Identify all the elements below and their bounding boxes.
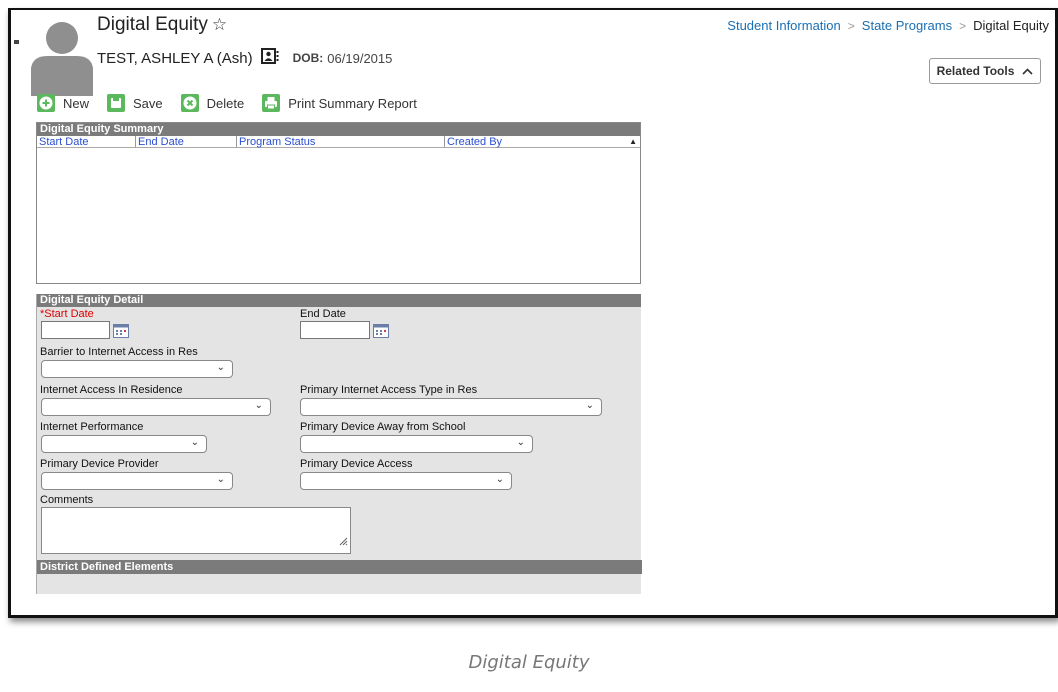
primary-access-type-select[interactable]: ⌄ — [300, 398, 602, 416]
start-date-label: *Start Date — [40, 308, 94, 320]
device-access-select[interactable]: ⌄ — [300, 472, 512, 490]
save-icon — [107, 94, 126, 112]
end-date-label: End Date — [300, 308, 346, 320]
chevron-up-icon — [1022, 64, 1033, 78]
breadcrumb-separator-icon: > — [847, 18, 855, 33]
device-away-label: Primary Device Away from School — [300, 421, 466, 433]
window-edge-marker — [14, 40, 19, 44]
device-provider-select[interactable]: ⌄ — [41, 472, 233, 490]
internet-access-select[interactable]: ⌄ — [41, 398, 271, 416]
column-header-start-date[interactable]: Start Date — [37, 136, 136, 148]
internet-access-label: Internet Access In Residence — [40, 384, 183, 396]
digital-equity-detail-panel: Digital Equity Detail *Start Date End Da… — [36, 294, 642, 594]
resize-grip-icon[interactable] — [338, 533, 348, 551]
chevron-down-icon: ⌄ — [585, 400, 594, 411]
chevron-down-icon: ⌄ — [216, 474, 225, 485]
column-header-end-date[interactable]: End Date — [136, 136, 237, 148]
chevron-down-icon: ⌄ — [190, 437, 199, 448]
id-card-icon[interactable] — [260, 48, 279, 68]
plus-icon — [37, 94, 55, 112]
chevron-down-icon: ⌄ — [495, 474, 504, 485]
breadcrumb: Student Information > State Programs > D… — [727, 18, 1049, 33]
save-button[interactable]: Save — [107, 94, 163, 112]
chevron-down-icon: ⌄ — [254, 400, 263, 411]
digital-equity-summary-panel: Digital Equity Summary Start Date End Da… — [36, 122, 641, 284]
device-provider-label: Primary Device Provider — [40, 458, 159, 470]
column-header-created-by[interactable]: Created By — [445, 136, 640, 148]
delete-button[interactable]: Delete — [180, 94, 245, 112]
student-info: TEST, ASHLEY A (Ash) DOB: 06/19/2015 — [97, 48, 392, 68]
district-defined-elements-title: District Defined Elements — [37, 560, 642, 574]
column-header-program-status[interactable]: Program Status — [237, 136, 445, 148]
page-title: Digital Equity ☆ — [97, 14, 227, 36]
star-icon[interactable]: ☆ — [212, 15, 227, 34]
barrier-label: Barrier to Internet Access in Res — [40, 346, 198, 358]
dob-label: DOB: — [292, 51, 324, 65]
print-summary-report-button[interactable]: Print Summary Report — [262, 94, 417, 112]
primary-access-type-label: Primary Internet Access Type in Res — [300, 384, 478, 396]
student-name: TEST, ASHLEY A (Ash) — [97, 49, 253, 67]
breadcrumb-state-programs[interactable]: State Programs — [862, 18, 952, 33]
detail-panel-title: Digital Equity Detail — [37, 294, 641, 307]
action-toolbar: New Save Delete Print Summary Report — [37, 94, 435, 112]
avatar — [29, 16, 95, 96]
summary-table-body — [37, 148, 640, 282]
internet-performance-select[interactable]: ⌄ — [41, 435, 207, 453]
summary-panel-title: Digital Equity Summary — [37, 123, 640, 136]
related-tools-button[interactable]: Related Tools — [929, 58, 1041, 84]
sort-arrow-icon[interactable]: ▲ — [629, 136, 637, 148]
chevron-down-icon: ⌄ — [516, 437, 525, 448]
summary-table-header: Start Date End Date Program Status Creat… — [37, 136, 640, 148]
breadcrumb-separator-icon: > — [959, 18, 967, 33]
device-away-select[interactable]: ⌄ — [300, 435, 533, 453]
save-label: Save — [133, 95, 163, 111]
internet-performance-label: Internet Performance — [40, 421, 144, 433]
dob-value: 06/19/2015 — [327, 50, 393, 66]
calendar-icon[interactable] — [113, 324, 129, 338]
breadcrumb-student-information[interactable]: Student Information — [727, 18, 840, 33]
comments-label: Comments — [40, 494, 94, 506]
comments-textarea[interactable] — [41, 507, 351, 554]
new-label: New — [63, 95, 90, 111]
start-date-field[interactable] — [41, 321, 110, 339]
barrier-select[interactable]: ⌄ — [41, 360, 233, 378]
delete-label: Delete — [206, 95, 245, 111]
calendar-icon[interactable] — [373, 324, 389, 338]
delete-icon — [180, 94, 199, 112]
chevron-down-icon: ⌄ — [216, 362, 225, 373]
breadcrumb-current: Digital Equity — [973, 18, 1049, 33]
print-icon — [262, 94, 281, 112]
new-button[interactable]: New — [37, 94, 89, 112]
end-date-field[interactable] — [300, 321, 370, 339]
app-window: Digital Equity ☆ TEST, ASHLEY A (Ash) DOB… — [8, 8, 1058, 618]
related-tools-label: Related Tools — [936, 64, 1015, 78]
page-title-text: Digital Equity — [97, 14, 208, 35]
figure-caption: Digital Equity — [468, 652, 590, 673]
device-access-label: Primary Device Access — [300, 458, 413, 470]
print-summary-report-label: Print Summary Report — [288, 95, 417, 111]
